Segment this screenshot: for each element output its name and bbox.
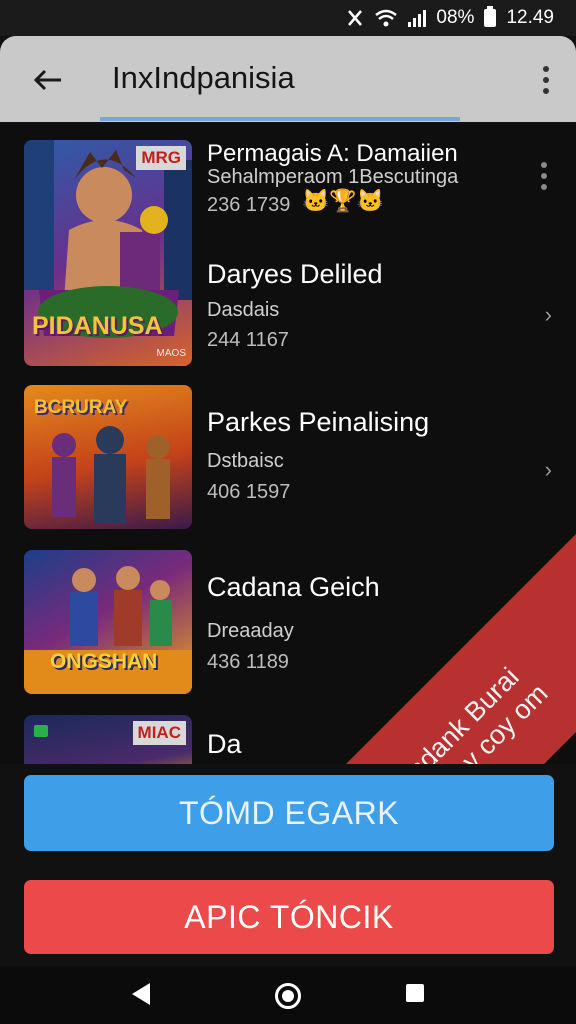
status-bar: 08% 12.49: [0, 0, 576, 36]
nav-back-icon[interactable]: [132, 983, 150, 1005]
nav-home-icon[interactable]: [275, 983, 301, 1009]
item-number: 436 1189: [207, 651, 289, 673]
item-subtitle: Dasdais: [207, 299, 280, 321]
item-subtitle: Sehalmperaom 1Bescutinga: [207, 166, 459, 188]
item-subtitle: Dreaaday: [207, 620, 294, 642]
game-list[interactable]: MRG PIDANUSA MAOS Permagais A: Damaiien …: [0, 124, 576, 764]
game-badge: MIAC: [132, 721, 186, 745]
nfc-icon: [346, 7, 364, 29]
page-title: InxIndpanisia: [112, 60, 295, 95]
item-title: Daryes Deliled: [207, 259, 383, 289]
item-number: 236 1739: [207, 194, 291, 216]
arrow-left-icon: [33, 69, 61, 91]
list-item[interactable]: MRG PIDANUSA MAOS Permagais A: Damaiien …: [0, 124, 576, 369]
system-nav-bar: [0, 966, 576, 1024]
game-thumbnail[interactable]: BCRURAY: [24, 385, 192, 529]
thumbnail-footer: MAOS: [156, 348, 186, 359]
thumbnail-caption: ONGSHAN: [50, 650, 158, 673]
game-thumbnail[interactable]: MRG PIDANUSA MAOS: [24, 140, 192, 366]
primary-action-button[interactable]: TÓMD EGARK: [24, 775, 554, 851]
game-thumbnail[interactable]: MIAC: [24, 715, 192, 764]
item-title: Da: [207, 729, 242, 759]
list-item[interactable]: BCRURAY Parkes Peinalising Dstbaisc 406 …: [0, 369, 576, 534]
thumbnail-caption: BCRURAY: [34, 397, 128, 418]
chevron-right-icon[interactable]: ›: [545, 302, 552, 328]
overflow-menu-button[interactable]: [534, 58, 558, 102]
chevron-right-icon[interactable]: ›: [545, 457, 552, 483]
item-emoji: 🐱🏆🐱: [302, 188, 385, 213]
wifi-icon: [374, 7, 398, 29]
game-thumbnail[interactable]: ONGSHAN: [24, 550, 192, 694]
item-title: Cadana Geich: [207, 572, 380, 602]
nav-recents-icon[interactable]: [406, 984, 424, 1002]
item-number: 406 1597: [207, 481, 291, 503]
item-subtitle: Dstbaisc: [207, 450, 284, 472]
item-number: 244 1167: [207, 329, 289, 351]
battery-percent: 08%: [436, 7, 475, 28]
item-title: Permagais A: Damaiien: [207, 140, 458, 167]
thumbnail-caption: PIDANUSA: [32, 312, 163, 340]
item-title: Parkes Peinalising: [207, 407, 430, 437]
app-icon: [34, 725, 48, 737]
more-vert-icon: [543, 66, 549, 72]
battery-icon: [484, 6, 497, 27]
danger-action-button[interactable]: APIC TÓNCIK: [24, 880, 554, 954]
item-overflow-button[interactable]: [534, 156, 554, 196]
back-button[interactable]: [26, 58, 70, 102]
clock: 12.49: [506, 7, 554, 28]
app-bar: InxIndpanisia: [0, 36, 576, 122]
signal-icon: [408, 9, 427, 27]
title-underline: [100, 117, 460, 121]
game-badge: MRG: [136, 146, 186, 170]
